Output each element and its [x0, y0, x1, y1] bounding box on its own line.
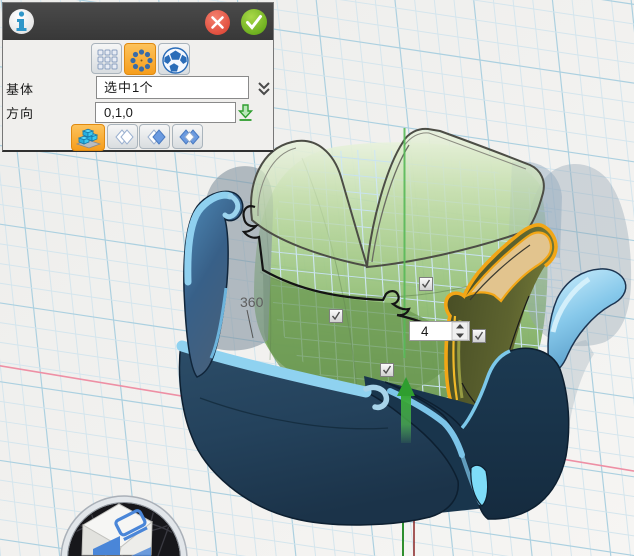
svg-text:360: 360 — [240, 294, 264, 310]
svg-text:1: 1 — [132, 80, 139, 95]
svg-text:4: 4 — [421, 324, 429, 339]
